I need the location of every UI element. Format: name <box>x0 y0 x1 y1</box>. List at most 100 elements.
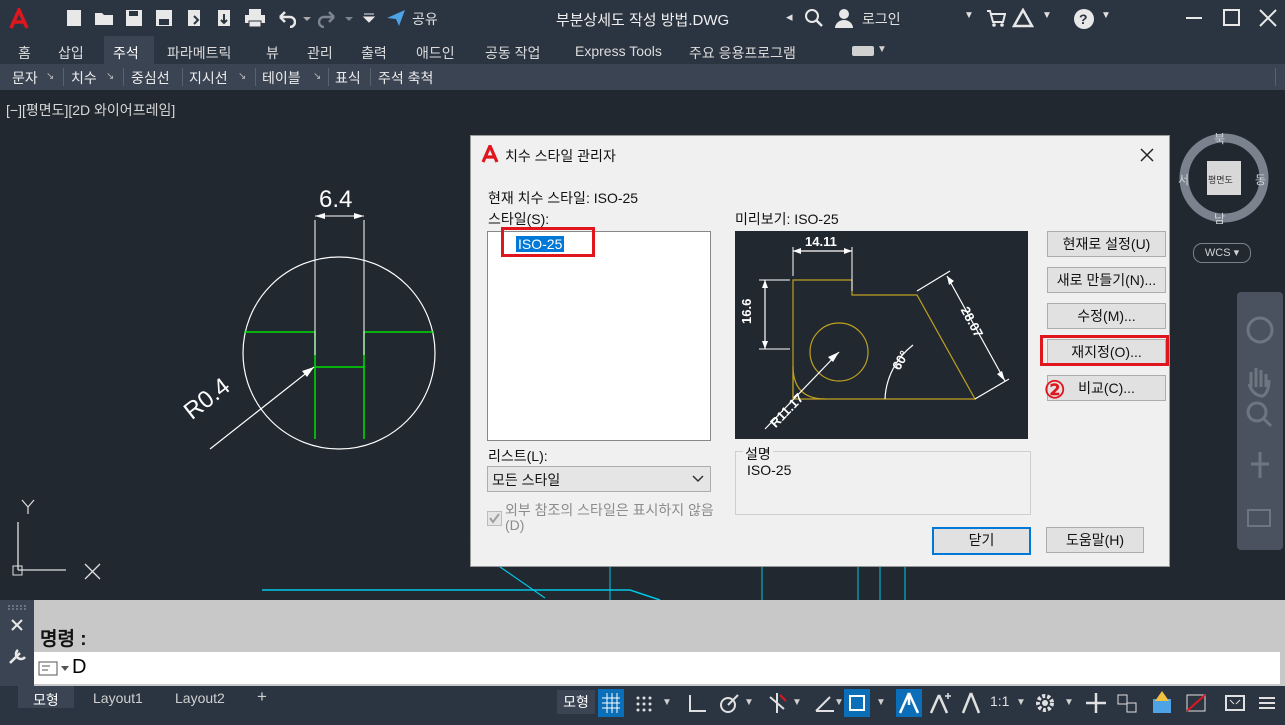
dimension-6-4-label: 6.4 <box>319 186 353 213</box>
highlight-iso-25-style <box>501 227 595 257</box>
search-collapse-icon[interactable]: ◂ <box>786 9 793 25</box>
osnap-tracking-dropdown-icon[interactable]: ▼ <box>834 697 844 708</box>
graphics-performance-icon[interactable] <box>1183 689 1209 717</box>
grid-icon[interactable] <box>598 689 624 717</box>
styles-listbox[interactable]: ISO-25 <box>487 231 711 441</box>
recent-commands-icon[interactable] <box>38 660 74 676</box>
panel-text[interactable]: 문자 <box>12 68 38 88</box>
command-input-value[interactable]: D <box>72 656 86 679</box>
viewcube-south[interactable]: 남 <box>1214 210 1225 227</box>
help-icon[interactable]: ? <box>1073 8 1094 29</box>
polar-tracking-icon[interactable] <box>716 689 742 717</box>
polar-dropdown-icon[interactable]: ▼ <box>744 697 754 708</box>
modify-style-button[interactable]: 수정(M)... <box>1047 303 1166 329</box>
isolate-objects-icon[interactable] <box>1149 689 1175 717</box>
radius-leader <box>209 366 315 450</box>
dim-extension-lines <box>314 220 365 355</box>
snap-dropdown-icon[interactable]: ▼ <box>662 697 672 708</box>
ribbon-tabs: 홈 삽입 주석 파라메트릭 뷰 관리 출력 애드인 공동 작업 Express … <box>0 36 1285 64</box>
isodraft-icon[interactable] <box>764 689 790 717</box>
autodesk-dropdown-icon[interactable]: ▼ <box>1042 10 1052 21</box>
command-line-handle[interactable] <box>0 600 34 686</box>
panel-annotation-scaling[interactable]: 주석 축척 <box>378 68 433 88</box>
pan-icon <box>1247 368 1271 398</box>
object-snap-dropdown-icon[interactable]: ▼ <box>876 697 886 708</box>
snap-mode-icon[interactable] <box>630 689 656 717</box>
tab-parametric[interactable]: 파라메트릭 <box>167 43 231 63</box>
preview-shape <box>792 279 977 400</box>
green-profile-top <box>244 331 434 368</box>
panel-centerlines[interactable]: 중심선 <box>131 68 170 88</box>
ribbon-panels: 문자 ↘ 치수 ↘ 중심선 지시선 ↘ 테이블 ↘ 표식 주석 축척 <box>0 64 1285 91</box>
panel-tables[interactable]: 테이블 <box>262 68 301 88</box>
xref-styles-checkbox[interactable] <box>487 511 502 526</box>
tab-insert[interactable]: 삽입 <box>58 43 84 63</box>
set-current-button[interactable]: 현재로 설정(U) <box>1047 231 1166 257</box>
maximize-icon[interactable] <box>1222 8 1242 28</box>
new-style-button[interactable]: 새로 만들기(N)... <box>1047 267 1166 293</box>
viewcube-west[interactable]: 서 <box>1178 171 1189 188</box>
tab-express-tools[interactable]: Express Tools <box>575 43 662 59</box>
workspace-gear-icon[interactable] <box>1032 689 1058 717</box>
login-label[interactable]: 로그인 <box>862 9 901 29</box>
help-button[interactable]: 도움말(H) <box>1046 527 1144 553</box>
panel-leaders-expand-icon[interactable]: ↘ <box>238 71 246 82</box>
panel-tables-expand-icon[interactable]: ↘ <box>313 71 321 82</box>
tab-output[interactable]: 출력 <box>361 43 387 63</box>
viewcube-north[interactable]: 북 <box>1214 130 1225 147</box>
command-prompt: 명령 : <box>40 629 87 650</box>
list-filter-select[interactable]: 모든 스타일 <box>487 466 711 492</box>
customization-menu-icon[interactable] <box>1254 689 1280 717</box>
annotation-scale-icon[interactable] <box>958 689 984 717</box>
ortho-icon[interactable] <box>684 689 710 717</box>
model-space-button[interactable]: 모형 <box>557 690 595 714</box>
wcs-menu[interactable]: WCS ▾ <box>1193 243 1251 263</box>
tab-model[interactable]: 모형 <box>33 690 59 710</box>
cart-icon[interactable] <box>986 8 1007 28</box>
annotation-visibility-icon[interactable] <box>896 689 922 717</box>
clean-screen-icon[interactable] <box>1222 689 1248 717</box>
tab-collaborate[interactable]: 공동 작업 <box>485 43 540 63</box>
tab-manage[interactable]: 관리 <box>307 43 333 63</box>
panel-text-expand-icon[interactable]: ↘ <box>46 71 54 82</box>
ribbon-minimize-dropdown-icon[interactable]: ▼ <box>877 44 887 55</box>
viewcube-east[interactable]: 동 <box>1255 171 1266 188</box>
dialog-close-icon[interactable] <box>1139 147 1155 163</box>
viewcube-face-top[interactable]: 평면도 <box>1208 173 1233 186</box>
workspace-dropdown-icon[interactable]: ▼ <box>1064 697 1074 708</box>
add-layout-icon[interactable]: + <box>257 687 267 707</box>
navigation-bar <box>1237 292 1283 550</box>
search-icon[interactable] <box>804 8 824 28</box>
annotation-scale-dropdown-icon[interactable]: ▼ <box>1016 697 1026 708</box>
units-icon[interactable] <box>1114 689 1140 717</box>
annotation-scale-value[interactable]: 1:1 <box>990 693 1009 709</box>
tab-layout1[interactable]: Layout1 <box>93 690 143 706</box>
tab-home[interactable]: 홈 <box>18 43 31 63</box>
panel-leaders[interactable]: 지시선 <box>189 68 228 88</box>
close-dialog-button[interactable]: 닫기 <box>932 527 1031 555</box>
panel-dimensions[interactable]: 치수 <box>71 68 97 88</box>
panel-markup[interactable]: 표식 <box>335 68 361 88</box>
isodraft-dropdown-icon[interactable]: ▼ <box>792 697 802 708</box>
panel-dimensions-expand-icon[interactable]: ↘ <box>106 71 114 82</box>
tab-addins[interactable]: 애드인 <box>416 43 455 63</box>
ribbon-minimize-icon[interactable] <box>852 46 874 56</box>
tab-view[interactable]: 뷰 <box>266 43 279 63</box>
preview-label: 미리보기: ISO-25 <box>735 211 839 227</box>
command-input[interactable]: D <box>34 652 1280 684</box>
object-snap-icon[interactable] <box>844 689 870 717</box>
highlight-override-button <box>1040 335 1169 366</box>
ucs-icon <box>17 522 66 571</box>
login-dropdown-icon[interactable]: ▼ <box>964 10 974 21</box>
auto-scale-icon[interactable] <box>928 689 954 717</box>
help-dropdown-icon[interactable]: ▼ <box>1101 10 1111 21</box>
annotation-monitor-icon[interactable] <box>1083 689 1109 717</box>
tab-annotate[interactable]: 주석 <box>113 43 139 63</box>
user-icon[interactable] <box>834 8 854 28</box>
showmotion-icon <box>1247 509 1271 527</box>
autodesk-icon[interactable] <box>1011 7 1035 28</box>
close-window-icon[interactable] <box>1258 8 1278 28</box>
tab-featured-apps[interactable]: 주요 응용프로그램 <box>689 43 796 63</box>
minimize-icon[interactable] <box>1184 8 1204 28</box>
tab-layout2[interactable]: Layout2 <box>175 690 225 706</box>
